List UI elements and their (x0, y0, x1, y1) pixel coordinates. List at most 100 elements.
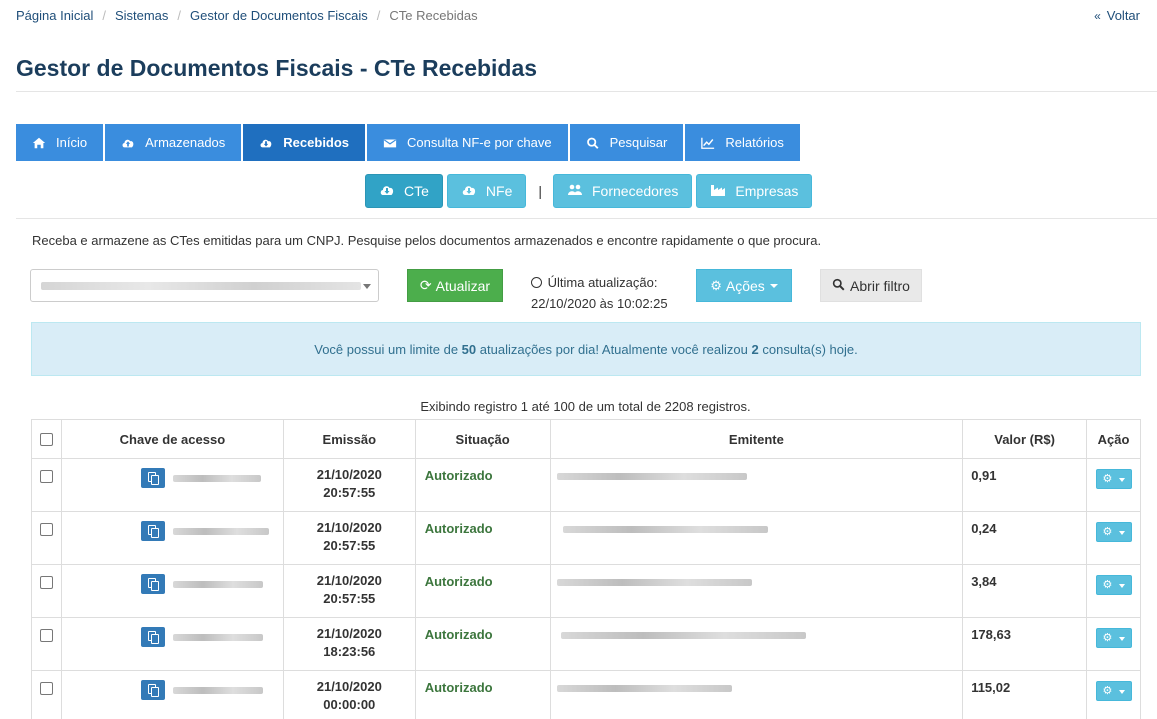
last-update-value: 22/10/2020 às 10:02:25 (531, 296, 668, 311)
tab-relatorios[interactable]: Relatórios (685, 124, 800, 161)
header-chave[interactable]: Chave de acesso (60, 419, 284, 459)
breadcrumb-gestor[interactable]: Gestor de Documentos Fiscais (190, 8, 368, 23)
row-checkbox[interactable] (39, 470, 53, 483)
emissao-cell: 21/10/2020 20:57:55 (282, 564, 416, 618)
row-checkbox[interactable] (39, 576, 53, 589)
tab-inicio[interactable]: Início (16, 124, 104, 161)
main-tabs: Início Armazenados Recebidos Consulta NF… (16, 124, 802, 161)
alert-middle: atualizações por dia! Atualmente você re… (479, 341, 748, 357)
row-checkbox[interactable] (39, 682, 53, 695)
row-checkbox-cell (31, 511, 62, 565)
situacao-cell: Autorizado (414, 617, 551, 671)
tab-recebidos-label: Recebidos (283, 135, 350, 150)
last-update: Última atualização: 22/10/2020 às 10:02:… (531, 272, 668, 314)
tab-armazenados[interactable]: Armazenados (105, 124, 242, 161)
header-emitente[interactable]: Emitente (549, 419, 964, 459)
caret-down-icon (1118, 637, 1125, 641)
copy-icon[interactable] (140, 574, 165, 594)
subtab-fornecedores[interactable]: Fornecedores (553, 174, 693, 208)
acao-cell: ⚙ (1086, 670, 1141, 719)
search-icon (832, 278, 845, 294)
alert-limit: 50 (461, 341, 477, 357)
row-checkbox[interactable] (39, 629, 53, 642)
breadcrumb-separator: / (102, 8, 106, 23)
breadcrumb-separator: / (177, 8, 182, 23)
redacted-cnpj (41, 282, 361, 290)
back-link[interactable]: « Voltar (1094, 8, 1140, 23)
industry-icon (710, 183, 726, 199)
search-icon (586, 136, 600, 150)
emissao-date: 21/10/2020 (316, 679, 382, 694)
subtab-empresas-label: Empresas (735, 183, 799, 199)
row-actions-button[interactable]: ⚙ (1095, 469, 1132, 489)
copy-icon[interactable] (140, 521, 165, 541)
redacted-chave (172, 580, 263, 588)
title-divider (16, 91, 1157, 92)
tab-consulta-nfe[interactable]: Consulta NF-e por chave (367, 124, 568, 161)
subtab-nfe[interactable]: NFe (446, 174, 527, 208)
redacted-chave (172, 474, 261, 482)
limit-alert: Você possui um limite de 50 atualizações… (31, 322, 1141, 376)
row-checkbox-cell (31, 458, 62, 512)
situacao-cell: Autorizado (414, 511, 551, 565)
caret-down-icon (1118, 478, 1125, 482)
row-actions-button[interactable]: ⚙ (1095, 628, 1132, 648)
acao-cell: ⚙ (1086, 458, 1141, 512)
emitente-cell (549, 670, 964, 719)
emissao-time: 20:57:55 (323, 485, 376, 500)
header-situacao[interactable]: Situação (414, 419, 551, 459)
header-emissao[interactable]: Emissão (282, 419, 416, 459)
acoes-dropdown-button[interactable]: ⚙ Ações (696, 269, 792, 302)
situacao-cell: Autorizado (414, 564, 551, 618)
page-title: Gestor de Documentos Fiscais - CTe Receb… (16, 55, 538, 81)
caret-down-icon (1118, 584, 1125, 588)
table-row: 21/10/2020 20:57:55 Autorizado 0,24 ⚙ (31, 511, 1141, 565)
situacao-cell: Autorizado (414, 458, 551, 512)
caret-down-icon (1118, 690, 1125, 694)
chave-cell (60, 617, 284, 671)
redacted-chave (172, 527, 269, 535)
emissao-cell: 21/10/2020 20:57:55 (282, 458, 416, 512)
cnpj-select[interactable] (30, 269, 379, 302)
last-update-label: Última atualização: (547, 275, 658, 290)
table-header-row: Chave de acesso Emissão Situação Emitent… (31, 419, 1141, 459)
atualizar-button[interactable]: ⟳ Atualizar (407, 269, 503, 302)
cloud-upload-icon (121, 136, 135, 150)
alert-count: 2 (751, 341, 759, 357)
table-row: 21/10/2020 00:00:00 Autorizado 115,02 ⚙ (31, 670, 1141, 719)
subtab-nfe-label: NFe (485, 183, 513, 199)
copy-icon[interactable] (140, 468, 165, 488)
breadcrumb-sistemas[interactable]: Sistemas (115, 8, 168, 23)
tab-inicio-label: Início (56, 135, 88, 150)
row-actions-button[interactable]: ⚙ (1095, 522, 1132, 542)
row-checkbox[interactable] (39, 523, 53, 536)
line-chart-icon (701, 136, 715, 150)
emissao-cell: 21/10/2020 00:00:00 (282, 670, 416, 719)
subtabs-divider (16, 218, 1157, 219)
copy-icon[interactable] (140, 627, 165, 647)
emitente-cell (549, 511, 964, 565)
subtab-cte[interactable]: CTe (365, 174, 443, 208)
situacao-cell: Autorizado (414, 670, 551, 719)
tab-pesquisar[interactable]: Pesquisar (569, 124, 684, 161)
subtab-empresas[interactable]: Empresas (696, 174, 813, 208)
clock-icon (531, 277, 542, 288)
records-info: Exibindo registro 1 até 100 de um total … (420, 399, 751, 414)
emissao-time: 00:00:00 (323, 697, 376, 712)
abrir-filtro-button[interactable]: Abrir filtro (820, 269, 922, 302)
emissao-cell: 21/10/2020 18:23:56 (282, 617, 416, 671)
breadcrumb: Página Inicial / Sistemas / Gestor de Do… (16, 8, 478, 23)
row-actions-button[interactable]: ⚙ (1095, 575, 1132, 595)
copy-icon[interactable] (140, 680, 165, 700)
header-valor[interactable]: Valor (R$) (962, 419, 1087, 459)
tab-armazenados-label: Armazenados (145, 135, 226, 150)
caret-down-icon (769, 283, 778, 288)
header-acao: Ação (1086, 419, 1141, 459)
cogs-icon: ⚙ (710, 277, 722, 293)
tab-recebidos[interactable]: Recebidos (243, 124, 366, 161)
chave-cell (60, 564, 284, 618)
row-actions-button[interactable]: ⚙ (1095, 681, 1132, 701)
envelope-icon (383, 136, 397, 150)
breadcrumb-home[interactable]: Página Inicial (16, 8, 93, 23)
select-all-checkbox[interactable] (39, 432, 53, 446)
